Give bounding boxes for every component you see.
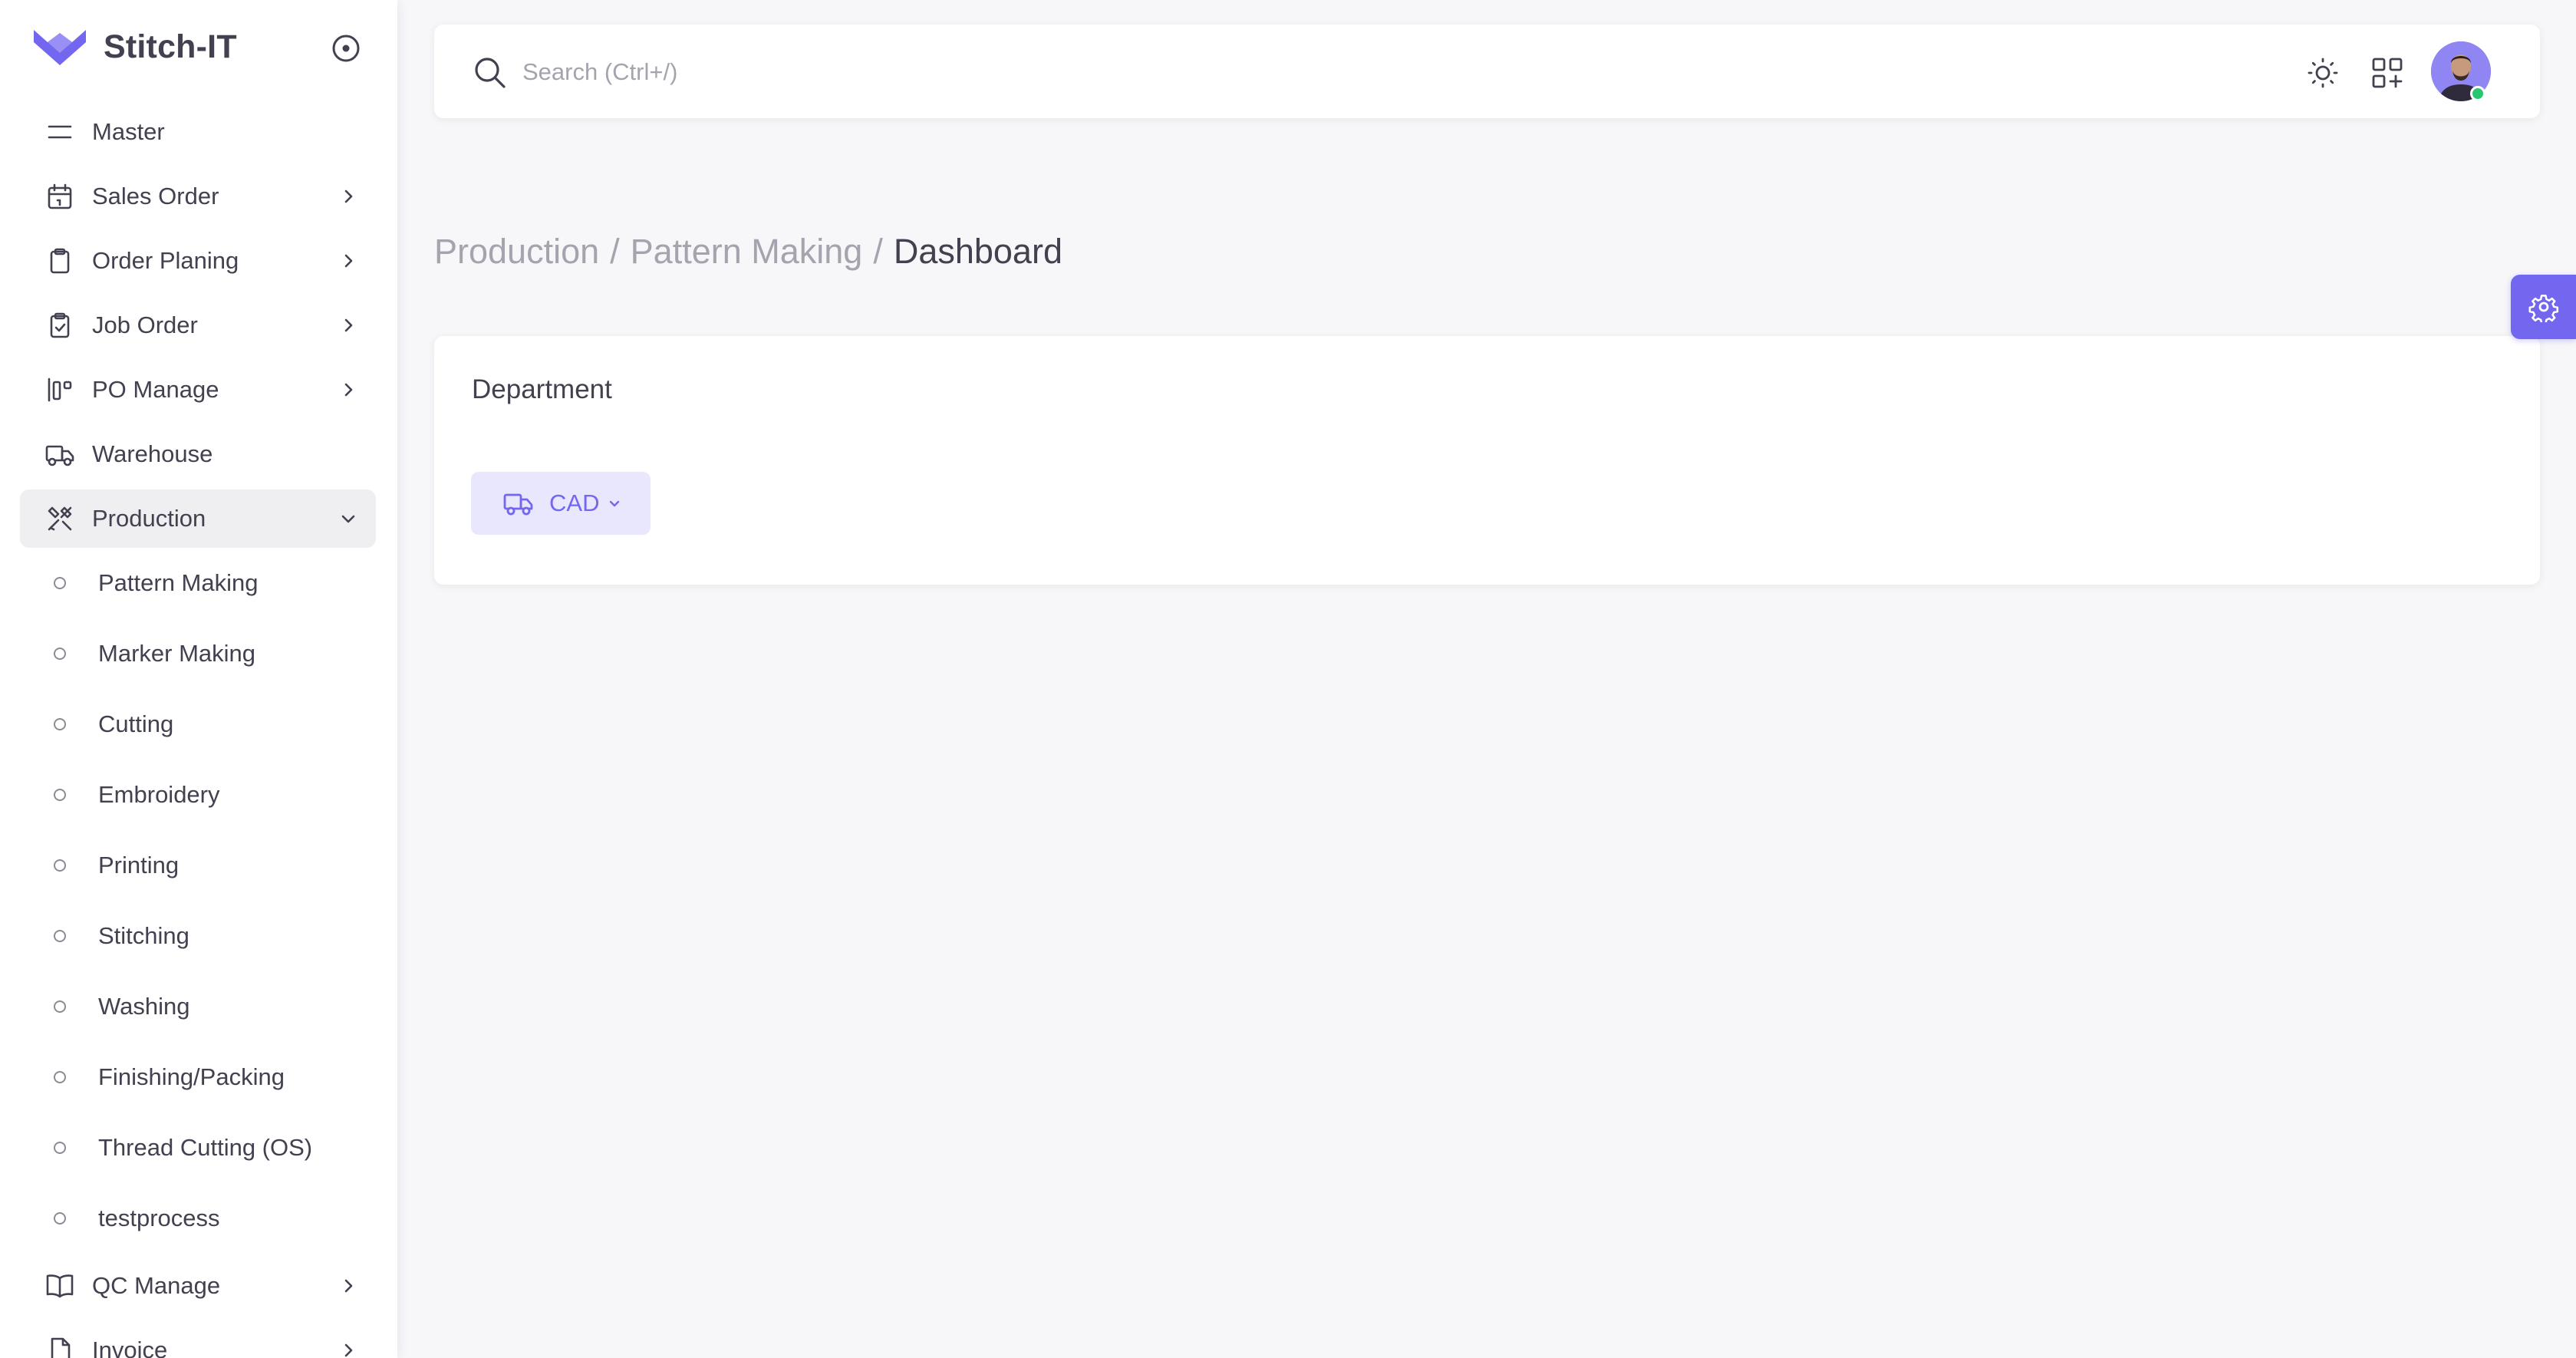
search-input[interactable] — [522, 52, 1443, 92]
book-icon — [44, 1271, 75, 1301]
circle-bullet-icon — [54, 1142, 66, 1154]
app-root: Stitch-IT Master Sales Order Order Plani… — [0, 0, 2576, 1358]
sidebar-item-label: QC Manage — [92, 1272, 221, 1299]
submenu-item-label: Pattern Making — [98, 569, 259, 596]
sidebar-item-qc-manage[interactable]: QC Manage — [20, 1257, 376, 1315]
sidebar-item-master[interactable]: Master — [20, 103, 376, 161]
chevron-right-icon — [338, 250, 359, 272]
sidebar-menu: Master Sales Order Order Planing Job Ord… — [20, 103, 376, 1358]
sidebar-item-label: Order Planing — [92, 247, 239, 274]
template-customizer-button[interactable] — [2511, 275, 2576, 339]
submenu-item-label: Thread Cutting (OS) — [98, 1134, 313, 1161]
submenu-item-label: testprocess — [98, 1205, 220, 1231]
truck-icon — [44, 439, 75, 470]
department-card: Department CAD — [434, 336, 2540, 585]
calendar-icon — [44, 181, 75, 212]
clipboard-icon — [44, 246, 75, 276]
menu-lines-icon — [44, 117, 75, 147]
breadcrumb-pattern-making[interactable]: Pattern Making — [631, 232, 863, 272]
circle-bullet-icon — [54, 1000, 66, 1013]
sidebar-item-label: Job Order — [92, 311, 198, 338]
chevron-right-icon — [338, 1275, 359, 1297]
submenu-item-label: Printing — [98, 852, 180, 878]
breadcrumb: Production / Pattern Making / Dashboard — [434, 229, 1062, 275]
submenu-item-printing[interactable]: Printing — [20, 830, 376, 901]
sidebar-item-po-manage[interactable]: PO Manage — [20, 361, 376, 419]
submenu-item-testprocess[interactable]: testprocess — [20, 1183, 376, 1254]
sidebar-item-production[interactable]: Production — [20, 489, 376, 548]
file-icon — [44, 1335, 75, 1358]
sidebar-item-label: Production — [92, 505, 206, 532]
department-button-label: CAD — [549, 489, 600, 516]
chevron-down-icon — [338, 508, 359, 529]
circle-bullet-icon — [54, 648, 66, 660]
layout-icon — [44, 374, 75, 405]
sidebar-item-sales-order[interactable]: Sales Order — [20, 167, 376, 226]
online-status-badge — [2470, 86, 2485, 101]
breadcrumb-separator: / — [873, 232, 883, 271]
circle-bullet-icon — [54, 1212, 66, 1225]
topbar — [434, 25, 2540, 118]
sidebar-item-label: Invoice — [92, 1337, 168, 1358]
submenu-item-marker-making[interactable]: Marker Making — [20, 618, 376, 689]
submenu-item-label: Stitching — [98, 922, 189, 949]
circle-bullet-icon — [54, 577, 66, 589]
submenu-item-label: Washing — [98, 993, 190, 1020]
sidebar-item-label: Master — [92, 118, 165, 145]
search-icon — [475, 58, 506, 88]
submenu-item-label: Cutting — [98, 710, 174, 737]
sidebar-item-label: Warehouse — [92, 440, 213, 467]
circle-bullet-icon — [54, 930, 66, 942]
submenu-item-label: Marker Making — [98, 640, 255, 667]
sidebar-item-invoice[interactable]: Invoice — [20, 1321, 376, 1358]
grid-add-icon — [2372, 58, 2403, 88]
sidebar-item-label: PO Manage — [92, 376, 219, 403]
brand[interactable]: Stitch-IT — [32, 25, 237, 69]
card-title: Department — [472, 374, 612, 404]
department-cad-button[interactable]: CAD — [471, 472, 651, 535]
submenu-item-thread-cutting[interactable]: Thread Cutting (OS) — [20, 1112, 376, 1183]
submenu-item-label: Finishing/Packing — [98, 1063, 285, 1090]
clipboard-check-icon — [44, 310, 75, 341]
sidebar-item-warehouse[interactable]: Warehouse — [20, 425, 376, 483]
circle-bullet-icon — [54, 1071, 66, 1083]
brand-logo-icon — [34, 30, 86, 65]
chevron-right-icon — [338, 186, 359, 207]
radio-circle-icon — [332, 35, 360, 62]
circle-bullet-icon — [54, 718, 66, 730]
circle-bullet-icon — [54, 789, 66, 801]
circle-bullet-icon — [54, 859, 66, 872]
chevron-right-icon — [338, 315, 359, 336]
sidebar-item-label: Sales Order — [92, 183, 219, 209]
submenu-item-washing[interactable]: Washing — [20, 971, 376, 1042]
breadcrumb-separator: / — [610, 232, 620, 271]
submenu-item-cutting[interactable]: Cutting — [20, 689, 376, 760]
brand-name: Stitch-IT — [104, 28, 237, 65]
submenu-item-stitching[interactable]: Stitching — [20, 901, 376, 971]
tools-icon — [44, 503, 75, 534]
sun-icon — [2308, 58, 2338, 88]
truck-icon — [503, 493, 533, 516]
submenu-item-label: Embroidery — [98, 781, 220, 808]
chevron-right-icon — [338, 379, 359, 400]
sidebar-item-order-planing[interactable]: Order Planing — [20, 232, 376, 290]
theme-toggle-button[interactable] — [2304, 54, 2342, 92]
shortcuts-button[interactable] — [2368, 54, 2406, 92]
sidebar: Stitch-IT Master Sales Order Order Plani… — [0, 0, 397, 1358]
sidebar-item-job-order[interactable]: Job Order — [20, 296, 376, 354]
page-title: Dashboard — [893, 232, 1062, 271]
submenu-item-embroidery[interactable]: Embroidery — [20, 760, 376, 830]
chevron-right-icon — [338, 1340, 359, 1358]
production-submenu: Pattern Making Marker Making Cutting Emb… — [20, 548, 376, 1254]
breadcrumb-production[interactable]: Production — [434, 232, 599, 272]
sidebar-pin-toggle[interactable] — [331, 34, 361, 63]
chevron-down-icon — [610, 500, 620, 507]
gear-icon — [2528, 295, 2558, 322]
submenu-item-finishing-packing[interactable]: Finishing/Packing — [20, 1042, 376, 1112]
submenu-item-pattern-making[interactable]: Pattern Making — [20, 548, 376, 618]
